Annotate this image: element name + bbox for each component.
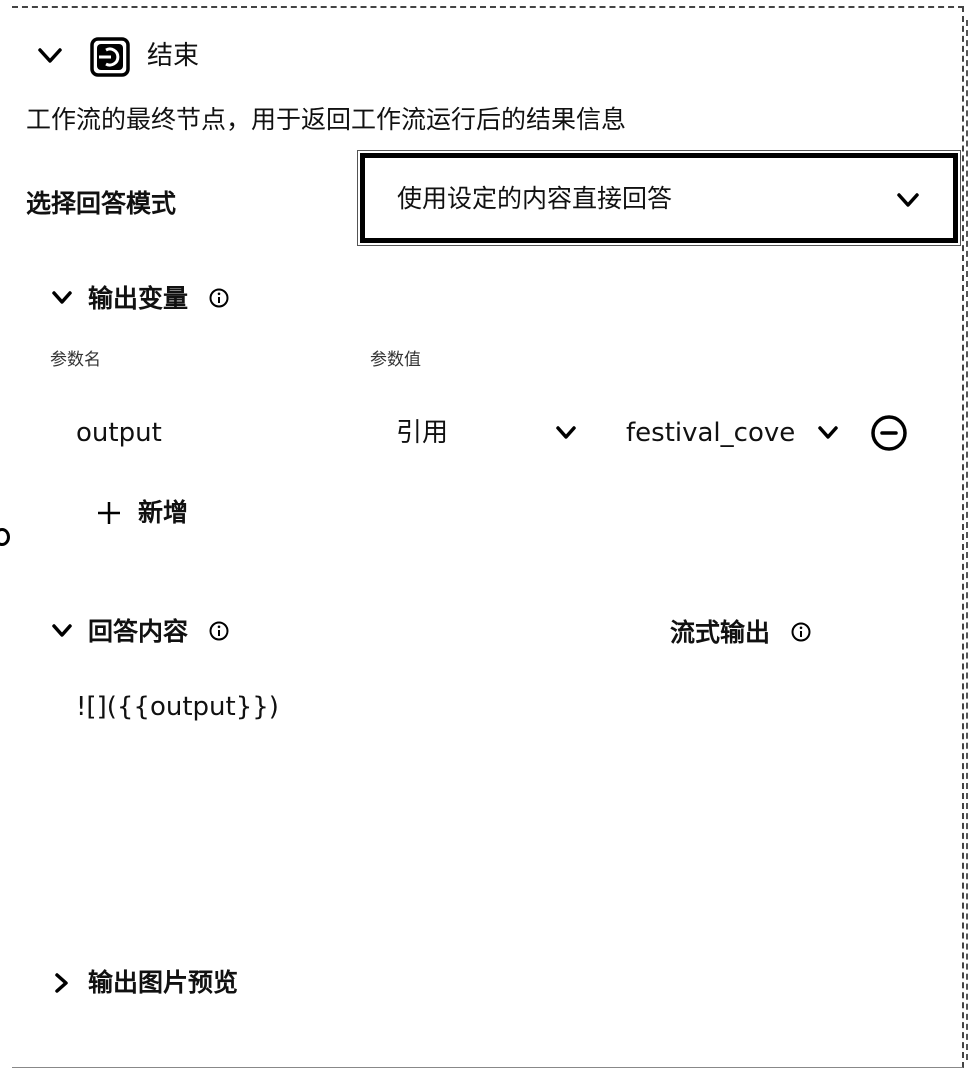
chevron-right-icon[interactable] (52, 971, 72, 995)
answer-content-editor[interactable]: ![]({{output}}) (76, 690, 279, 724)
param-type-select[interactable]: 引用 (396, 410, 586, 454)
node-description: 工作流的最终节点，用于返回工作流运行后的结果信息 (26, 105, 627, 134)
panel-edge (966, 20, 970, 1060)
add-variable-button[interactable]: 新增 (96, 494, 206, 534)
answer-mode-value: 使用设定的内容直接回答 (397, 184, 673, 213)
image-preview-title[interactable]: 输出图片预览 (88, 966, 238, 1000)
param-value-header: 参数值 (370, 350, 421, 370)
plus-icon (96, 500, 122, 526)
info-icon[interactable] (791, 622, 811, 646)
output-var-row: output 引用 festival_cove (0, 410, 972, 460)
output-vars-title: 输出变量 (88, 284, 189, 313)
answer-content-title: 回答内容 (88, 617, 189, 646)
remove-row-icon[interactable] (870, 414, 908, 452)
param-name-header: 参数名 (50, 350, 101, 370)
output-vars-chevron-icon[interactable] (50, 288, 74, 308)
param-name-input[interactable]: output (76, 416, 162, 450)
param-reference-select[interactable]: festival_cove (626, 410, 846, 454)
chevron-down-icon (816, 423, 840, 443)
node-title: 结束 (147, 41, 200, 71)
info-icon[interactable] (209, 288, 229, 312)
chevron-down-icon (554, 423, 578, 443)
param-reference-value: festival_cove (626, 418, 796, 448)
connection-handle[interactable] (0, 528, 10, 546)
param-type-value: 引用 (396, 418, 449, 448)
answer-content-chevron-icon[interactable] (50, 621, 74, 641)
end-node-icon (89, 36, 131, 78)
stream-output-label: 流式输出 (670, 618, 771, 647)
info-icon[interactable] (209, 621, 229, 645)
answer-mode-select[interactable]: 使用设定的内容直接回答 (357, 150, 961, 246)
answer-mode-label: 选择回答模式 (26, 189, 177, 218)
chevron-down-icon (895, 191, 921, 211)
add-variable-label: 新增 (138, 498, 189, 527)
collapse-chevron-icon[interactable] (36, 44, 64, 68)
